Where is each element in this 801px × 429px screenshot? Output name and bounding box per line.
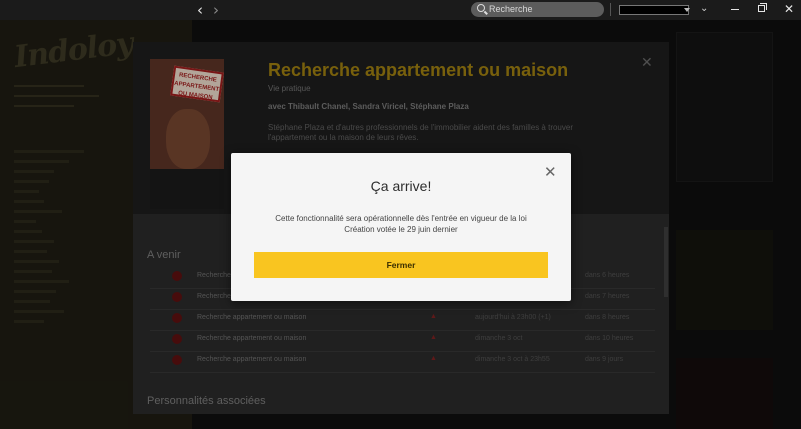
titlebar-divider	[610, 3, 611, 16]
forward-arrow-icon[interactable]: ›	[213, 1, 219, 19]
dialog-message: Cette fonctionnalité sera opérationnelle…	[275, 214, 527, 234]
search-input[interactable]: Recherche	[471, 2, 604, 17]
close-icon[interactable]: ✕	[544, 163, 557, 181]
dialog-title: Ça arrive!	[370, 178, 432, 194]
back-arrow-icon[interactable]: ‹	[197, 1, 203, 19]
title-bar: ‹ › Recherche ⌄ ✕	[0, 0, 801, 20]
chevron-down-icon[interactable]: ⌄	[700, 3, 708, 14]
caret-down-icon[interactable]	[684, 8, 690, 12]
search-placeholder: Recherche	[489, 4, 533, 14]
window-close-icon[interactable]: ✕	[784, 2, 794, 16]
app-window: ‹ › Recherche ⌄ ✕ Indoloy RECHERCHE APPA…	[0, 0, 801, 429]
minimize-icon[interactable]	[731, 9, 739, 10]
close-button[interactable]: Fermer	[254, 252, 548, 278]
restore-icon[interactable]	[758, 3, 767, 12]
account-selector[interactable]	[619, 5, 689, 15]
coming-soon-dialog: Ça arrive! ✕ Cette fonctionnalité sera o…	[231, 153, 571, 301]
search-icon	[477, 4, 485, 12]
